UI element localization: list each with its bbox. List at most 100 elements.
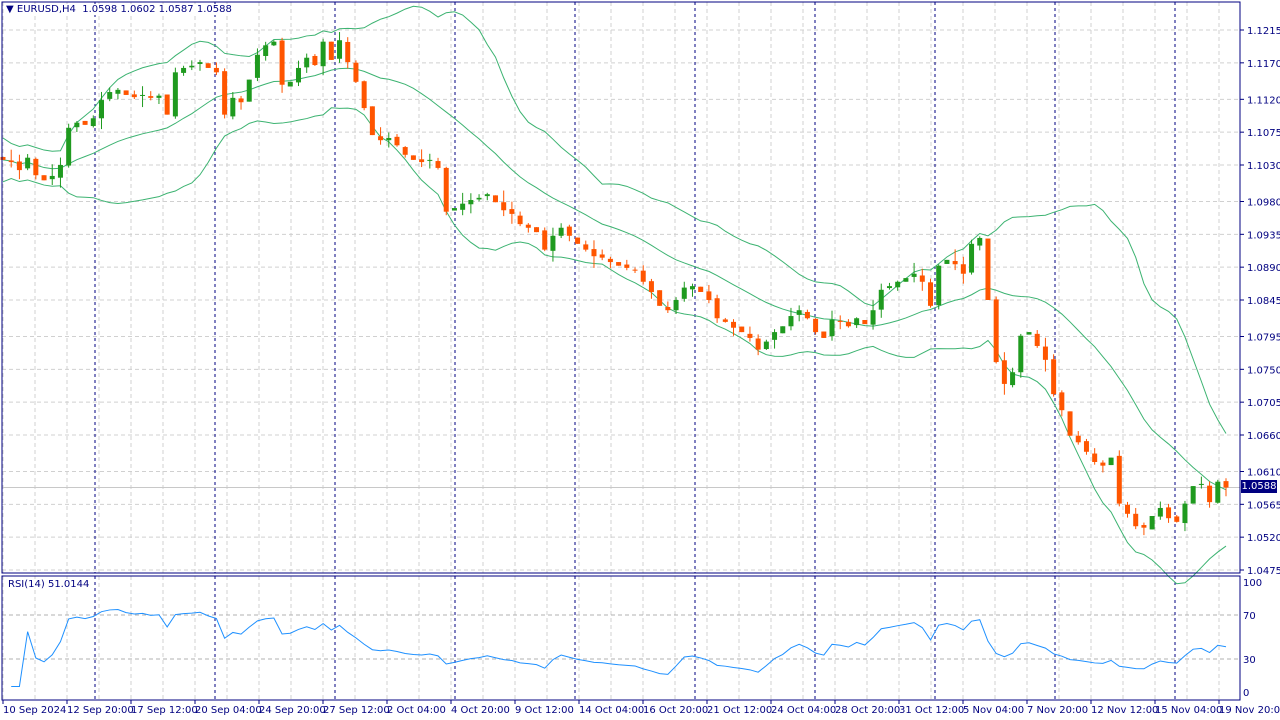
- candle-bear: [1125, 504, 1131, 514]
- candle-bear: [1100, 462, 1106, 466]
- candles: [0, 32, 1229, 536]
- price-tick-label: 1.0475: [1247, 566, 1280, 577]
- candle-bull: [25, 157, 31, 169]
- candle-bear: [640, 270, 646, 282]
- current-price-badge: 1.0588: [1241, 480, 1277, 493]
- candle-bull: [829, 319, 835, 337]
- candle-bull: [969, 243, 975, 273]
- candle-bull: [911, 273, 917, 277]
- candle-bull: [1215, 481, 1221, 503]
- candle-bull: [57, 165, 63, 178]
- candle-bull: [895, 281, 901, 288]
- candle-bull: [780, 326, 786, 334]
- candle-bull: [189, 65, 195, 68]
- time-tick-label: 31 Oct 12:00: [899, 705, 964, 716]
- price-tick-label: 1.1030: [1247, 161, 1280, 172]
- candle-bull: [66, 127, 72, 166]
- candle-bull: [870, 310, 876, 325]
- candle-bull: [172, 72, 178, 117]
- rsi-pane: [11, 608, 1227, 687]
- candle-bull: [320, 41, 326, 67]
- candle-bull: [451, 208, 457, 211]
- candle-bear: [517, 215, 523, 225]
- price-tick-label: 1.0750: [1247, 365, 1280, 376]
- time-tick-label: 24 Oct 04:00: [771, 705, 836, 716]
- candle-bull: [271, 41, 277, 46]
- candle-bear: [312, 55, 318, 66]
- candle-bull: [484, 194, 490, 197]
- candle-bear: [435, 161, 441, 168]
- candle-bear: [148, 96, 154, 98]
- price-tick-label: 1.0890: [1247, 263, 1280, 274]
- candle-bear: [1174, 516, 1180, 522]
- rsi-tick-label: 30: [1243, 655, 1256, 666]
- candle-bear: [591, 249, 597, 257]
- candle-bull: [90, 118, 96, 127]
- candle-bear: [279, 40, 285, 85]
- candle-bear: [33, 158, 39, 176]
- rsi-label: RSI(14) 51.0144: [6, 579, 92, 590]
- candle-bull: [886, 286, 892, 289]
- candle-bear: [1166, 507, 1172, 519]
- candle-bear: [960, 264, 966, 274]
- candle-bear: [353, 62, 359, 82]
- candle-bear: [862, 319, 868, 325]
- candle-bull: [468, 200, 474, 205]
- time-tick-label: 9 Oct 12:00: [515, 705, 574, 716]
- candle-bear: [575, 237, 581, 244]
- candle-bear: [378, 136, 384, 141]
- candle-bear: [394, 136, 400, 146]
- collapse-triangle-icon[interactable]: ▼: [6, 4, 14, 15]
- candle-bear: [665, 307, 671, 311]
- time-tick-label: 10 Sep 2024: [3, 705, 66, 716]
- candle-bear: [706, 291, 712, 300]
- candle-bull: [246, 79, 252, 102]
- candle-bull: [295, 67, 301, 83]
- candle-bull: [772, 332, 778, 340]
- candle-bull: [254, 54, 260, 78]
- rsi-pane-border: [1, 575, 1241, 701]
- candle-bear: [698, 286, 704, 292]
- time-tick-label: 2 Oct 04:00: [387, 705, 446, 716]
- candle-bull: [558, 227, 564, 236]
- candle-bull: [49, 175, 55, 180]
- candle-bear: [238, 98, 244, 103]
- symbol-label: EURUSD,H4: [16, 4, 76, 15]
- time-tick-label: 12 Nov 12:00: [1091, 705, 1158, 716]
- candle-bull: [673, 300, 679, 311]
- candle-bull: [1190, 486, 1196, 504]
- candle-bear: [739, 326, 745, 333]
- candle-bear: [123, 90, 129, 95]
- candle-bull: [107, 92, 113, 99]
- candle-bear: [607, 258, 613, 263]
- candle-bull: [788, 316, 794, 327]
- candle-bear: [952, 261, 958, 265]
- candle-bear: [624, 264, 630, 268]
- candle-bear: [369, 106, 375, 136]
- candle-bear: [566, 226, 572, 236]
- candle-bull: [944, 259, 950, 264]
- candle-bear: [804, 311, 810, 319]
- candle-bear: [648, 281, 654, 292]
- time-tick-label: 7 Nov 20:00: [1027, 705, 1088, 716]
- candle-bear: [755, 338, 761, 350]
- candle-bear: [328, 41, 334, 60]
- candle-bull: [287, 81, 293, 87]
- candle-bull: [854, 318, 860, 326]
- rsi-line: [11, 608, 1227, 687]
- candle-bull: [977, 237, 983, 246]
- candle-bear: [1116, 455, 1122, 504]
- ohlc-high: 1.0602: [120, 4, 156, 15]
- chart-canvas[interactable]: 1.1215 1.1170 1.1120 1.1075 1.1030 1.0980 1.09…: [0, 0, 1280, 720]
- candle-bull: [1018, 335, 1024, 373]
- candle-bull: [1026, 332, 1032, 335]
- candle-bear: [501, 202, 507, 211]
- candle-bear: [205, 63, 211, 68]
- candle-bear: [583, 244, 589, 250]
- time-tick-label: 27 Sep 12:00: [323, 705, 390, 716]
- candle-bear: [837, 320, 843, 322]
- price-tick-label: 1.0795: [1247, 332, 1280, 343]
- candle-bull: [460, 203, 466, 210]
- candle-bull: [1182, 503, 1188, 524]
- rsi-tick-label: 100: [1243, 578, 1262, 589]
